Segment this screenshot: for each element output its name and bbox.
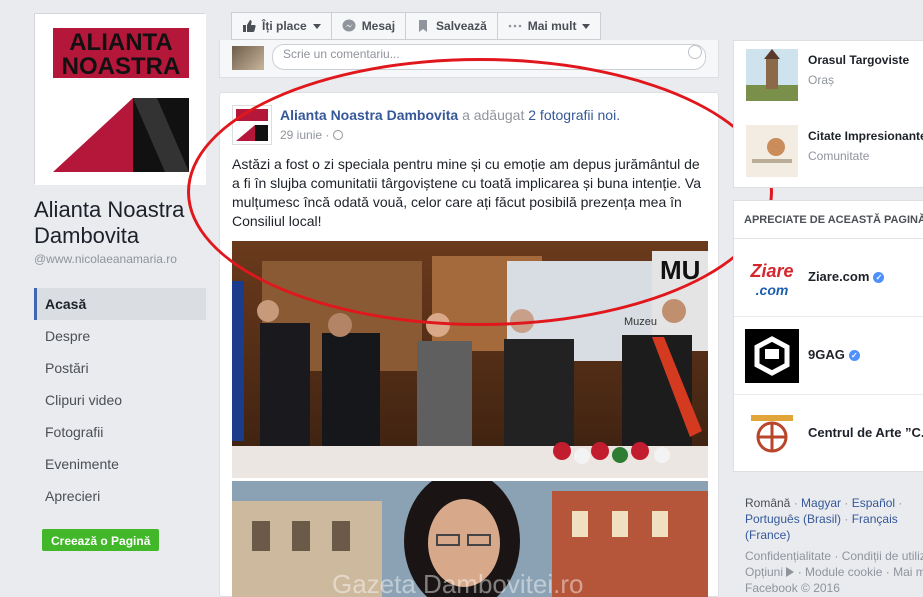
- svg-text:NOASTRA: NOASTRA: [62, 53, 181, 80]
- bookmark-icon: [416, 19, 430, 33]
- ellipsis-icon: [508, 19, 522, 33]
- message-label: Mesaj: [361, 19, 396, 33]
- related-page-category: Comunitate: [808, 149, 870, 163]
- commenter-avatar: [232, 46, 264, 70]
- nav-item-videos[interactable]: Clipuri video: [34, 384, 206, 416]
- camera-icon[interactable]: [688, 45, 702, 59]
- thumbs-up-icon: [242, 19, 256, 33]
- quotes-page-icon: [746, 125, 798, 177]
- post-header: Alianta Noastra Dambovita a adăugat 2 fo…: [280, 107, 700, 123]
- post-author-link[interactable]: Alianta Noastra Dambovita: [280, 107, 458, 123]
- post-photos-link[interactable]: 2 fotografii noi.: [528, 107, 620, 123]
- svg-text:Muzeu: Muzeu: [624, 316, 657, 328]
- related-page-item[interactable]: Orasul Targoviste Oraș: [746, 49, 923, 101]
- nav-item-likes[interactable]: Aprecieri: [34, 480, 206, 512]
- related-page-name[interactable]: Citate Impresionante: [808, 129, 923, 143]
- page-action-bar: Îți place Mesaj Salvează Mai mult: [231, 12, 602, 40]
- verified-badge-icon: ✓: [873, 272, 885, 283]
- message-button[interactable]: Mesaj: [330, 12, 407, 40]
- liked-section-header[interactable]: APRECIATE DE ACEASTĂ PAGINĂ: [734, 201, 923, 239]
- nav-item-about[interactable]: Despre: [34, 320, 206, 352]
- nav-item-home[interactable]: Acasă: [34, 288, 206, 320]
- page-profile-picture[interactable]: ALIANTA NOASTRA: [34, 13, 206, 185]
- messenger-icon: [342, 19, 356, 33]
- ziare-logo-icon: Ziare .com: [745, 251, 799, 305]
- liked-page-name[interactable]: 9GAG ✓: [808, 347, 860, 362]
- svg-text:MU: MU: [660, 255, 700, 285]
- footer-links: Confidențialitate · Condiții de utilizar…: [745, 548, 923, 596]
- language-selector: Română · Magyar · Español · Português (B…: [745, 496, 903, 542]
- language-portugues[interactable]: Português (Brasil): [745, 512, 841, 526]
- globe-icon[interactable]: [332, 130, 343, 140]
- related-page-category: Oraș: [808, 73, 835, 87]
- footer-options-link[interactable]: Opțiuni: [745, 565, 783, 579]
- footer-line-1[interactable]: Confidențialitate · Condiții de utilizar…: [745, 548, 923, 564]
- ceremony-photo: MU Muzeu: [232, 241, 708, 478]
- post-card: Alianta Noastra Dambovita a adăugat 2 fo…: [219, 92, 719, 597]
- footer-copyright: Facebook © 2016: [745, 581, 840, 595]
- alianta-logo-icon: ALIANTA NOASTRA: [35, 14, 206, 185]
- liked-page-item[interactable]: Centrul de Arte ”C...: [734, 395, 923, 473]
- 9gag-logo-icon: [745, 329, 799, 383]
- post-date[interactable]: 29 iunie: [280, 128, 322, 142]
- left-column: ALIANTA NOASTRA Alianta Noastra Dambovit…: [0, 0, 219, 597]
- post-text: Astăzi a fost o zi speciala pentru mine …: [232, 156, 701, 229]
- svg-text:Ziare: Ziare: [749, 261, 793, 281]
- page-nav: Acasă Despre Postări Clipuri video Fotog…: [34, 288, 206, 512]
- previous-post-comment-area: Scrie un comentariu...: [219, 40, 719, 78]
- page-title[interactable]: Alianta Noastra Dambovita: [34, 197, 219, 249]
- nav-item-events[interactable]: Evenimente: [34, 448, 206, 480]
- post-photo-1[interactable]: MU Muzeu: [232, 241, 708, 478]
- nav-item-photos[interactable]: Fotografii: [34, 416, 206, 448]
- svg-text:ALIANTA: ALIANTA: [69, 29, 173, 56]
- meta-separator: ·: [325, 128, 330, 142]
- arts-center-logo-icon: [745, 407, 799, 461]
- create-page-button[interactable]: Creează o Pagină: [42, 529, 160, 551]
- language-romana[interactable]: Română: [745, 496, 790, 510]
- like-page-button[interactable]: Îți place: [231, 12, 332, 40]
- page-handle[interactable]: @www.nicolaeanamaria.ro: [34, 252, 177, 266]
- post-meta: 29 iunie ·: [280, 128, 343, 142]
- related-pages: Orasul Targoviste Oraș Citate Impresiona…: [733, 40, 923, 188]
- svg-text:.com: .com: [756, 282, 789, 298]
- comment-input[interactable]: Scrie un comentariu...: [272, 44, 706, 70]
- post-photo-2[interactable]: Gazeta Dambovitei.ro: [232, 481, 708, 597]
- language-magyar[interactable]: Magyar: [801, 496, 841, 510]
- chevron-down-icon: [312, 23, 321, 29]
- play-icon: [786, 567, 795, 577]
- footer-line-2: Opțiuni · Module cookie · Mai mult: [745, 564, 923, 580]
- like-page-label: Îți place: [262, 19, 307, 33]
- save-button[interactable]: Salvează: [405, 12, 498, 40]
- chevron-down-icon: [582, 23, 591, 29]
- nav-item-posts[interactable]: Postări: [34, 352, 206, 384]
- footer-links-rest[interactable]: · Module cookie · Mai mult: [798, 565, 923, 579]
- liked-page-item[interactable]: 9GAG ✓: [734, 317, 923, 395]
- liked-by-page-box: APRECIATE DE ACEASTĂ PAGINĂ Ziare .com Z…: [733, 200, 923, 472]
- more-label: Mai mult: [527, 19, 577, 33]
- save-label: Salvează: [436, 19, 487, 33]
- verified-badge-icon: ✓: [848, 350, 860, 361]
- targoviste-tower-icon: [746, 49, 798, 101]
- more-button[interactable]: Mai mult: [496, 12, 602, 40]
- liked-page-name[interactable]: Centrul de Arte ”C...: [808, 425, 923, 440]
- related-page-name[interactable]: Orasul Targoviste: [808, 53, 909, 67]
- alianta-logo-icon: [233, 106, 271, 144]
- liked-page-item[interactable]: Ziare .com Ziare.com ✓: [734, 239, 923, 317]
- post-author-avatar[interactable]: [232, 105, 272, 145]
- liked-page-name[interactable]: Ziare.com ✓: [808, 269, 885, 284]
- post-action-text: a adăugat: [462, 107, 525, 123]
- related-page-item[interactable]: Citate Impresionante Comunitate: [746, 125, 923, 177]
- language-espanol[interactable]: Español: [852, 496, 895, 510]
- svg-text:Gazeta Dambovitei.ro: Gazeta Dambovitei.ro: [332, 569, 583, 597]
- portrait-photo: Gazeta Dambovitei.ro: [232, 481, 708, 597]
